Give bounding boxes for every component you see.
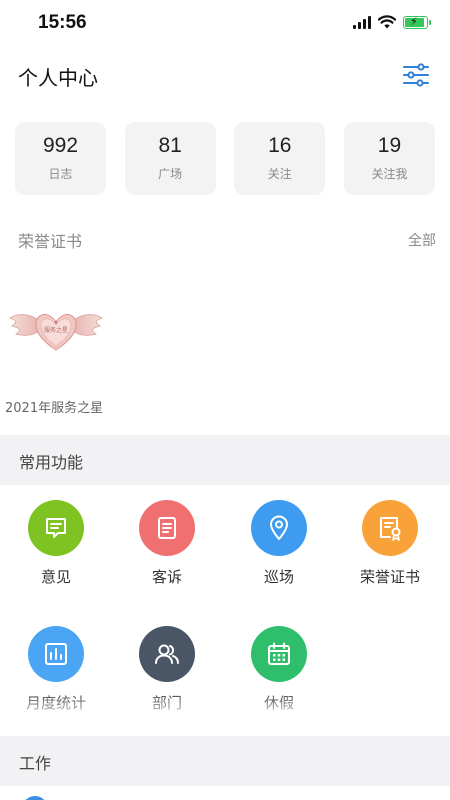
stat-label: 关注: [267, 167, 292, 181]
stats-row: 992 日志 81 广场 16 关注 19 关注我: [15, 122, 435, 195]
stat-label: 关注我: [371, 167, 408, 181]
leave-button[interactable]: 休假: [231, 626, 327, 713]
work-section-header: 工作: [0, 736, 450, 786]
work-item-icon[interactable]: [22, 796, 48, 800]
func-label: 休假: [263, 694, 294, 712]
func-label: 意见: [40, 568, 71, 586]
section-title: 工作: [19, 754, 52, 773]
honor-section-title: 荣誉证书: [18, 232, 83, 251]
stat-label: 日志: [48, 167, 73, 181]
func-label: 月度统计: [25, 694, 86, 712]
common-functions-header: 常用功能: [0, 435, 450, 485]
feedback-button[interactable]: 意见: [8, 500, 104, 587]
stat-square[interactable]: 81 广场: [124, 122, 216, 195]
monthly-stats-button[interactable]: 月度统计: [8, 626, 104, 713]
stat-logs[interactable]: 992 日志: [15, 122, 106, 195]
cellular-signal-icon: [353, 15, 371, 29]
department-button[interactable]: 部门: [119, 626, 215, 713]
wifi-icon: [378, 15, 396, 29]
badge-caption: 2021年服务之星: [5, 401, 104, 416]
status-time: 15:56: [38, 12, 87, 33]
winged-heart-badge-image: ★ 服务之星: [9, 313, 103, 351]
svg-text:★: ★: [54, 320, 59, 326]
location-pin-icon: [251, 500, 307, 556]
settings-filter-button[interactable]: [402, 63, 430, 87]
stat-followers[interactable]: 19 关注我: [343, 122, 435, 195]
honor-cert-button[interactable]: 荣誉证书: [342, 500, 438, 587]
battery-charging-icon: ⚡: [403, 15, 431, 29]
stat-label: 广场: [158, 167, 183, 181]
stat-value: 81: [158, 134, 182, 157]
honor-header: 荣誉证书 全部: [18, 228, 436, 252]
users-icon: [139, 626, 195, 682]
complaint-button[interactable]: 客诉: [119, 500, 215, 587]
stat-value: 16: [268, 134, 292, 157]
certificate-icon: [362, 500, 418, 556]
section-title: 常用功能: [19, 453, 84, 472]
func-label: 部门: [151, 694, 182, 712]
func-label: 荣誉证书: [359, 568, 420, 586]
stat-value: 992: [42, 134, 79, 157]
func-label: 客诉: [151, 568, 182, 586]
stat-value: 19: [377, 134, 402, 157]
service-star-badge[interactable]: ★ 服务之星: [8, 302, 104, 354]
checklist-icon: [139, 500, 195, 556]
status-bar: 15:56 ⚡: [0, 0, 450, 46]
stat-following[interactable]: 16 关注: [234, 122, 326, 195]
message-icon: [28, 500, 84, 556]
bar-chart-icon: [28, 626, 84, 682]
status-icons: ⚡: [353, 15, 431, 29]
header: 个人中心: [0, 46, 450, 104]
page-title: 个人中心: [18, 66, 98, 90]
badge-text: 服务之星: [44, 326, 68, 334]
calendar-icon: [251, 626, 307, 682]
view-all-link[interactable]: 全部: [408, 230, 436, 250]
sliders-icon: [403, 63, 429, 87]
func-label: 巡场: [263, 568, 294, 586]
patrol-button[interactable]: 巡场: [231, 500, 327, 587]
